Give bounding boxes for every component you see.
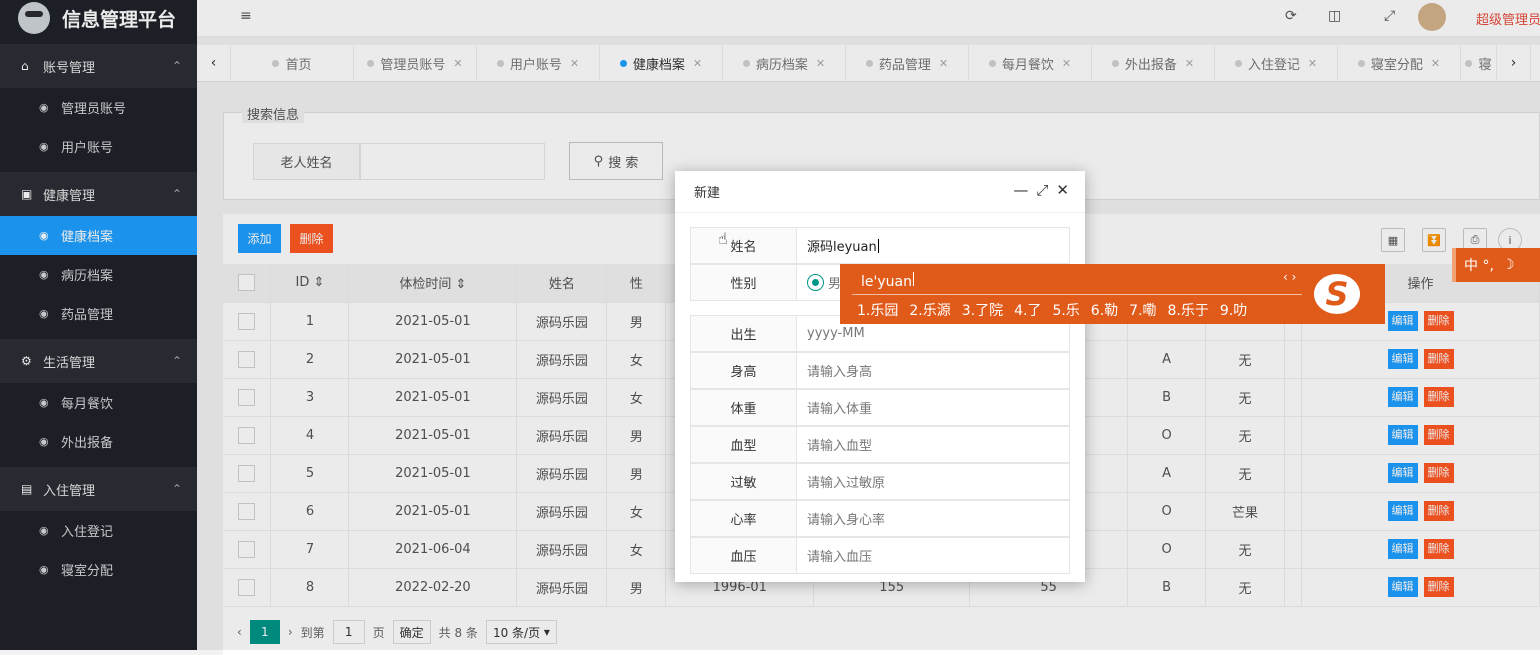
form-label: 血型 — [690, 426, 797, 463]
ime-candidate[interactable]: 6.勒 — [1091, 300, 1118, 320]
form-label: 身高 — [690, 352, 797, 389]
ime-composition: le'yuan — [861, 272, 914, 290]
radio-selected-icon[interactable] — [807, 274, 824, 291]
name-input[interactable]: 源码leyuan — [797, 227, 1070, 264]
ime-status-bar[interactable]: 中 °, ☽ — [1452, 248, 1540, 282]
form-label: 心率 — [690, 500, 797, 537]
form-row: 姓名 源码leyuan — [690, 227, 1070, 264]
form-row: 体重 请输入体重 — [690, 389, 1070, 426]
form-label: 姓名 — [690, 227, 797, 264]
ime-candidate[interactable]: 9.叻 — [1220, 300, 1247, 320]
form-row: 过敏 请输入过敏原 — [690, 463, 1070, 500]
dialog-title: 新建 — [694, 186, 721, 201]
minimize-icon[interactable]: — — [1013, 181, 1028, 199]
ime-status-text: 中 °, — [1464, 258, 1494, 274]
form-input[interactable]: 请输入身高 — [797, 352, 1070, 389]
ime-candidate[interactable]: 7.嘞 — [1129, 300, 1156, 320]
form-input[interactable]: 请输入身心率 — [797, 500, 1070, 537]
ime-candidate[interactable]: 8.乐于 — [1168, 300, 1209, 320]
ime-candidate[interactable]: 3.了院 — [962, 300, 1003, 320]
ime-divider — [852, 294, 1302, 295]
maximize-icon[interactable]: ⤢ — [1036, 181, 1048, 199]
new-record-dialog: 新建 — ⤢ ✕ 姓名 源码leyuan 性别男出生 yyyy-MM 身高 请输入身高 体重… — [675, 171, 1085, 582]
sogou-logo-icon: S — [1314, 274, 1360, 314]
form-input[interactable]: 请输入血压 — [797, 537, 1070, 574]
form-label: 过敏 — [690, 463, 797, 500]
ime-candidate[interactable]: 2.乐源 — [909, 300, 950, 320]
form-label: 性别 — [690, 264, 797, 301]
form-label: 血压 — [690, 537, 797, 574]
form-input[interactable]: 请输入血型 — [797, 426, 1070, 463]
ime-candidate[interactable]: 5.乐 — [1052, 300, 1079, 320]
ime-page-nav[interactable]: ‹ › — [1283, 270, 1296, 284]
form-row: 身高 请输入身高 — [690, 352, 1070, 389]
form-input[interactable]: 请输入体重 — [797, 389, 1070, 426]
dialog-header: 新建 — ⤢ ✕ — [675, 171, 1085, 213]
form-label: 体重 — [690, 389, 797, 426]
ime-candidate[interactable]: 4.了 — [1014, 300, 1041, 320]
form-label: 出生 — [690, 315, 797, 352]
ime-candidate-window: le'yuan ‹ › 1.乐园 2.乐源 3.了院 4.了 5.乐 6.勒 7.嘞 8.乐于… — [840, 264, 1385, 324]
form-row: 心率 请输入身心率 — [690, 500, 1070, 537]
hand-cursor-icon: ☝ — [718, 229, 728, 248]
form-row: 血压 请输入血压 — [690, 537, 1070, 574]
close-icon[interactable]: ✕ — [1056, 181, 1069, 199]
ime-candidate-list: 1.乐园 2.乐源 3.了院 4.了 5.乐 6.勒 7.嘞 8.乐于 9.叻 — [857, 300, 1247, 320]
moon-icon: ☽ — [1501, 257, 1515, 273]
form-input[interactable]: 请输入过敏原 — [797, 463, 1070, 500]
ime-candidate[interactable]: 1.乐园 — [857, 300, 898, 320]
form-row: 血型 请输入血型 — [690, 426, 1070, 463]
